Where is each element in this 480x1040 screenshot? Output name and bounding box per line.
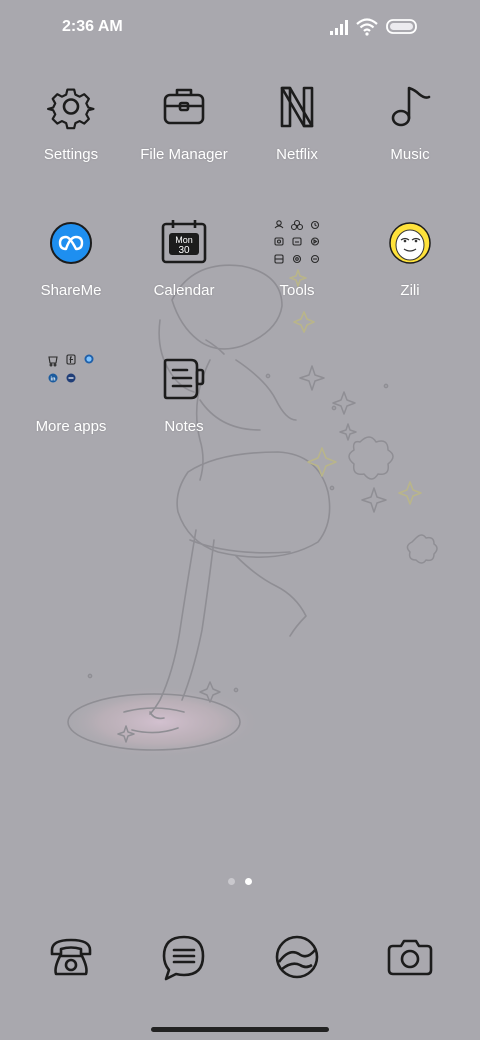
app-label: ShareMe xyxy=(40,282,102,299)
wifi-icon xyxy=(356,18,378,36)
calendar-month-text: Mon xyxy=(175,235,193,245)
tools-folder-icon xyxy=(274,219,320,264)
svg-text:in: in xyxy=(51,377,57,383)
camera-icon xyxy=(387,939,433,976)
zili-icon xyxy=(389,222,431,264)
status-bar: 2:36 AM xyxy=(0,0,480,56)
app-label: Netflix xyxy=(276,146,318,163)
status-time: 2:36 AM xyxy=(62,18,123,35)
home-indicator-bar[interactable] xyxy=(151,1027,329,1032)
app-zili[interactable]: Zili xyxy=(350,218,470,328)
music-note-icon xyxy=(391,86,431,127)
app-file-manager[interactable]: File Manager xyxy=(124,82,244,192)
app-label: More apps xyxy=(35,418,107,435)
dock-phone[interactable] xyxy=(46,932,96,982)
app-netflix[interactable]: Netflix xyxy=(237,82,357,192)
status-icons xyxy=(330,17,450,39)
app-label: Music xyxy=(390,146,430,163)
app-label: Zili xyxy=(400,282,420,299)
app-label: Notes xyxy=(164,418,204,435)
message-icon xyxy=(162,935,205,981)
app-calendar[interactable]: Mon 30 Calendar xyxy=(124,218,244,328)
phone-icon xyxy=(50,938,92,976)
dock-messages[interactable] xyxy=(159,932,209,982)
page-dot-2-active[interactable] xyxy=(245,878,252,885)
signal-icon xyxy=(330,20,348,35)
browser-icon xyxy=(275,935,319,979)
briefcase-icon xyxy=(163,88,205,125)
app-music[interactable]: Music xyxy=(350,82,470,192)
calendar-icon: Mon 30 xyxy=(161,220,207,264)
app-label: Calendar xyxy=(153,282,215,299)
shareme-icon xyxy=(50,222,92,264)
app-label: Tools xyxy=(279,282,315,299)
app-label: File Manager xyxy=(140,146,228,163)
gear-icon xyxy=(47,88,95,130)
app-notes[interactable]: Notes xyxy=(124,354,244,464)
dock-camera[interactable] xyxy=(385,932,435,982)
app-shareme[interactable]: ShareMe xyxy=(11,218,131,328)
notes-icon xyxy=(163,358,205,400)
battery-icon xyxy=(386,19,417,34)
more-apps-folder-icon: in xyxy=(48,354,94,383)
app-label: Settings xyxy=(43,146,99,163)
app-settings[interactable]: Settings xyxy=(11,82,131,192)
folder-tools[interactable]: Tools xyxy=(237,218,357,328)
page-indicator xyxy=(0,878,480,888)
netflix-n-icon xyxy=(280,86,314,128)
folder-more-apps[interactable]: in More apps xyxy=(11,354,131,464)
calendar-day-text: 30 xyxy=(178,245,190,256)
dock-browser[interactable] xyxy=(272,932,322,982)
page-dot-1[interactable] xyxy=(228,878,235,885)
